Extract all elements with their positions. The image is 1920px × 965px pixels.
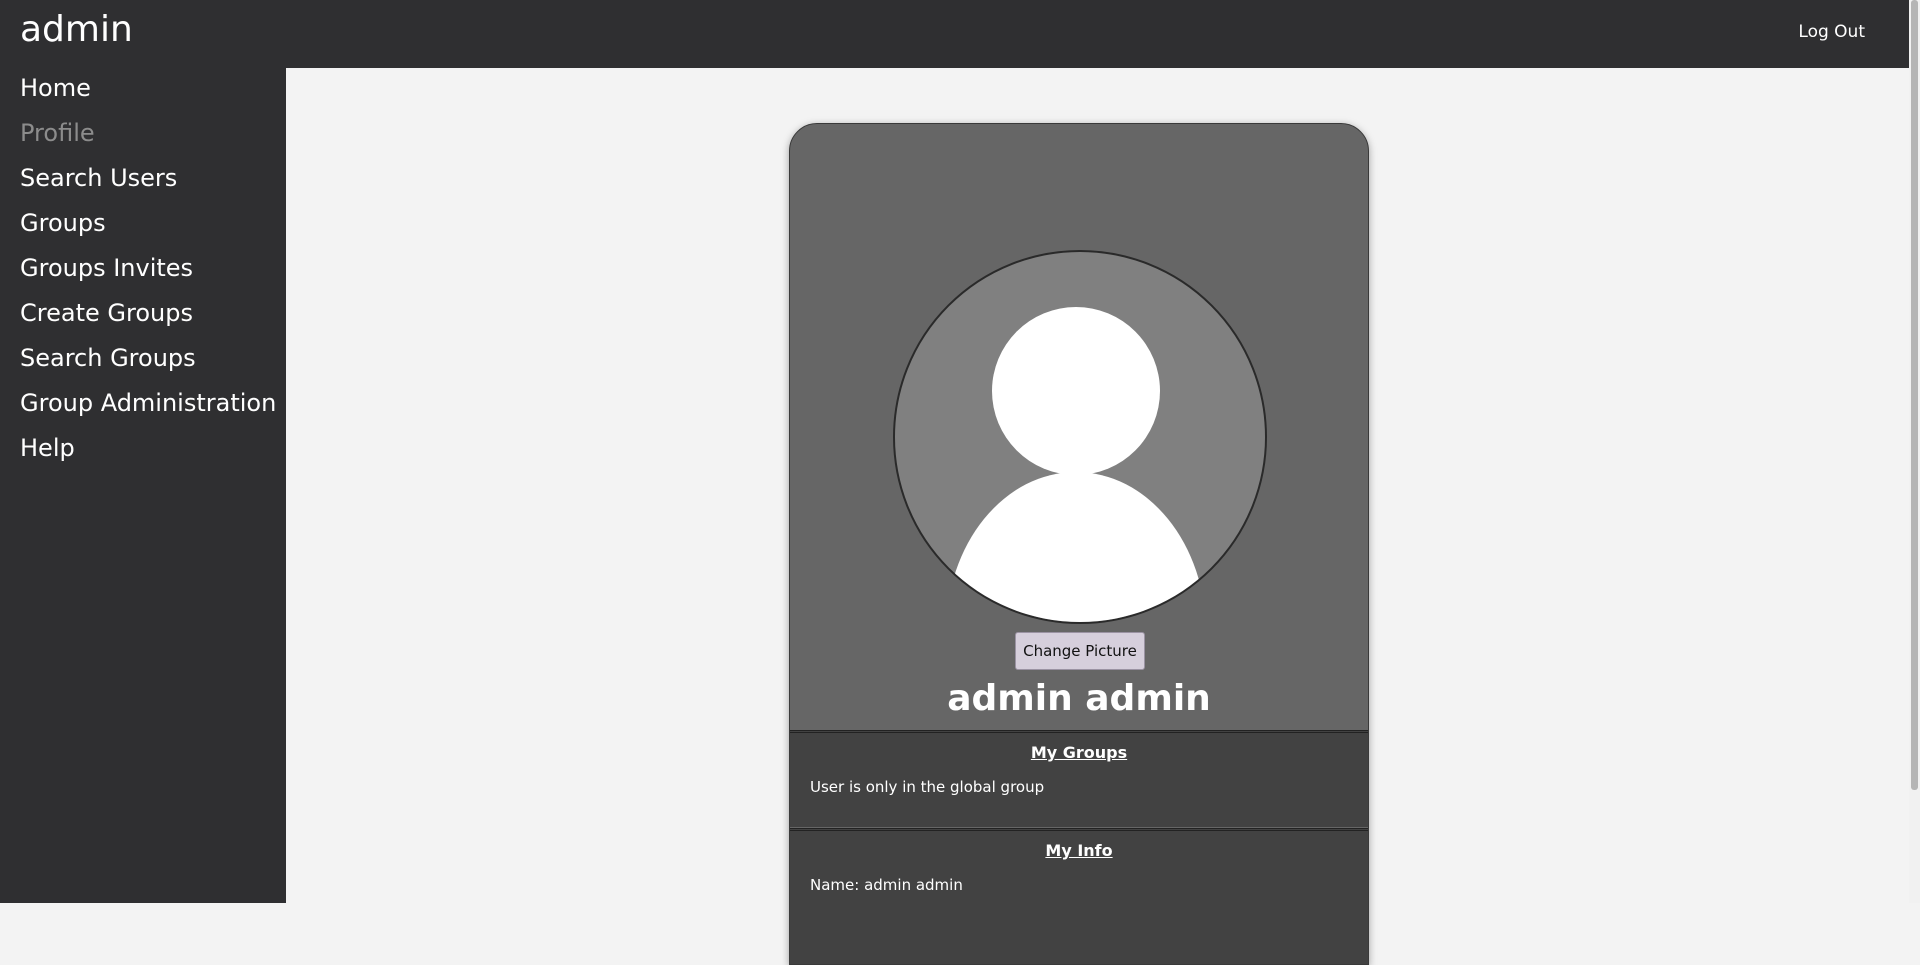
app-title: admin	[20, 9, 133, 50]
profile-card: Change Picture admin admin My Groups Use…	[789, 123, 1369, 965]
main-content: Change Picture admin admin My Groups Use…	[286, 68, 1909, 965]
default-user-icon	[946, 307, 1206, 622]
logout-link[interactable]: Log Out	[1798, 20, 1865, 44]
page-scrollbar[interactable]	[1909, 0, 1920, 903]
avatar	[893, 250, 1267, 624]
sidebar-item-create-groups[interactable]: Create Groups	[0, 296, 286, 341]
sidebar-item-profile[interactable]: Profile	[0, 116, 286, 161]
my-groups-text: User is only in the global group	[810, 778, 1045, 796]
my-info-name: Name: admin admin	[810, 876, 963, 894]
sidebar: Home Profile Search Users Groups Groups …	[0, 68, 286, 903]
sidebar-nav: Home Profile Search Users Groups Groups …	[0, 68, 286, 476]
sidebar-item-group-administration[interactable]: Group Administration	[0, 386, 286, 431]
scrollbar-thumb[interactable]	[1911, 0, 1918, 790]
sidebar-item-home[interactable]: Home	[0, 71, 286, 116]
top-bar: admin Log Out	[0, 0, 1909, 68]
sidebar-item-search-users[interactable]: Search Users	[0, 161, 286, 206]
profile-name: admin admin	[947, 678, 1211, 719]
my-groups-section: My Groups User is only in the global gro…	[790, 730, 1368, 827]
my-info-section: My Info Name: admin admin	[790, 828, 1368, 964]
sidebar-item-help[interactable]: Help	[0, 431, 286, 476]
sidebar-item-groups[interactable]: Groups	[0, 206, 286, 251]
sidebar-item-groups-invites[interactable]: Groups Invites	[0, 251, 286, 296]
sidebar-item-search-groups[interactable]: Search Groups	[0, 341, 286, 386]
change-picture-button[interactable]: Change Picture	[1015, 632, 1145, 670]
my-info-title: My Info	[1045, 841, 1113, 860]
my-groups-title: My Groups	[1030, 743, 1128, 762]
